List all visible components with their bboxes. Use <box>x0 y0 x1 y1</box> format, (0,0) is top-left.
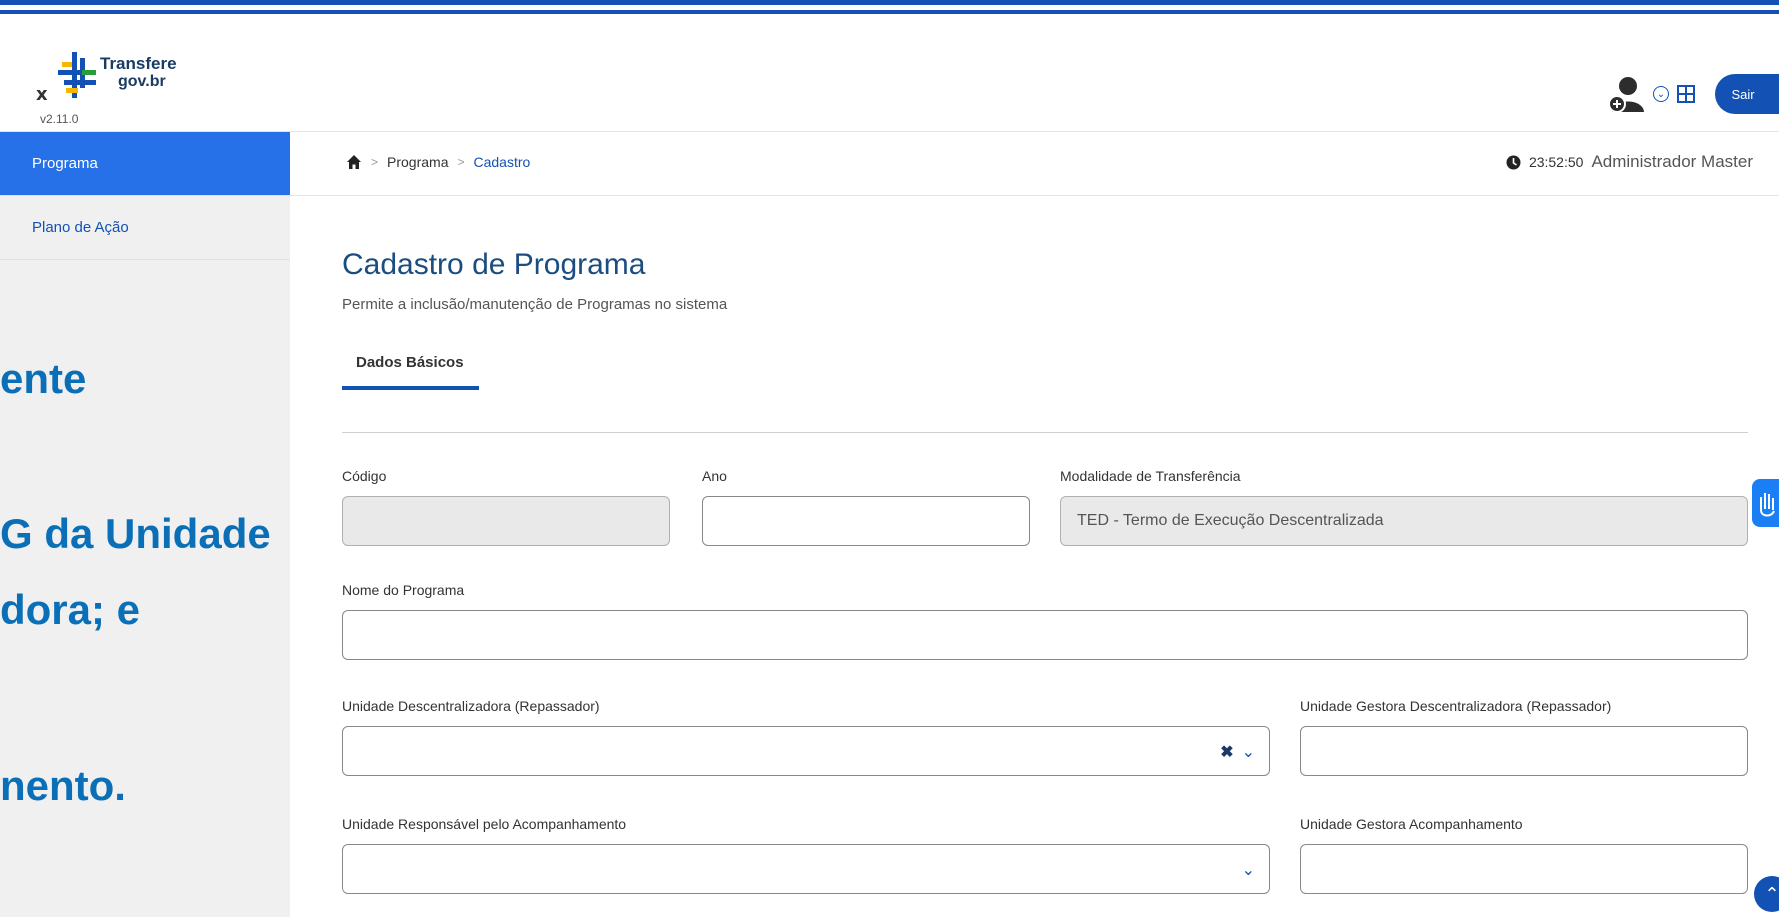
modalidade-field[interactable]: TED - Termo de Execução Descentralizada <box>1060 496 1748 546</box>
home-icon[interactable] <box>346 154 362 170</box>
ug-descentralizadora-label: Unidade Gestora Descentralizadora (Repas… <box>1300 698 1612 714</box>
apps-grid-icon[interactable] <box>1677 85 1695 103</box>
sidebar-item-plano-de-acao[interactable]: Plano de Ação <box>0 196 290 260</box>
main-content: Cadastro de Programa Permite a inclusão/… <box>290 196 1779 917</box>
hand-sign-icon <box>1760 493 1775 517</box>
session-time: 23:52:50 <box>1528 154 1584 170</box>
overlay-text-2: G da Unidade <box>0 510 271 557</box>
logo-icon <box>58 52 96 98</box>
chevron-down-icon[interactable]: ⌄ <box>1242 860 1255 880</box>
codigo-field[interactable] <box>342 496 670 546</box>
select-controls: ✖ ⌄ <box>1220 742 1255 762</box>
ano-label: Ano <box>702 468 727 484</box>
ano-field[interactable] <box>702 496 1030 546</box>
sidebar-item-programa[interactable]: Programa <box>0 132 290 196</box>
tab-dados-basicos[interactable]: Dados Básicos <box>342 354 479 390</box>
version-label: v2.11.0 <box>40 112 79 126</box>
codigo-label: Código <box>342 468 387 484</box>
clock-icon <box>1506 155 1521 170</box>
ug-acompanhamento-label: Unidade Gestora Acompanhamento <box>1300 816 1523 832</box>
unidade-responsavel-label: Unidade Responsável pelo Acompanhamento <box>342 816 627 832</box>
ug-acompanhamento-field[interactable] <box>1300 844 1748 894</box>
breadcrumb-cadastro: Cadastro <box>473 154 531 170</box>
page-title: Cadastro de Programa <box>342 248 646 281</box>
sair-button[interactable]: Sair <box>1715 74 1779 114</box>
nome-programa-field[interactable] <box>342 610 1748 660</box>
chevron-up-icon: ⌃ <box>1764 883 1779 904</box>
nome-programa-label: Nome do Programa <box>342 582 465 598</box>
breadcrumb: > Programa > Cadastro <box>346 154 530 170</box>
user-avatar-icon[interactable] <box>1607 74 1645 114</box>
breadcrumb-separator: > <box>371 155 379 169</box>
chevron-down-icon[interactable]: ⌄ <box>1653 86 1669 102</box>
transferegov-logo[interactable]: Transfere gov.br <box>58 52 188 100</box>
overlay-text-1: ente <box>0 355 87 402</box>
header: x Transfere gov.br v2.11.0 ⌄ Sair <box>0 14 1779 132</box>
ug-descentralizadora-field[interactable] <box>1300 726 1748 776</box>
session-info: 23:52:50 Administrador Master <box>1506 152 1753 172</box>
accessibility-button[interactable] <box>1752 479 1779 527</box>
logo-text-govbr: gov.br <box>118 73 166 90</box>
tab-divider <box>342 432 1748 433</box>
header-actions: ⌄ Sair <box>1607 74 1779 114</box>
modalidade-label: Modalidade de Transferência <box>1060 468 1241 484</box>
breadcrumb-bar: > Programa > Cadastro 23:52:50 Administr… <box>290 132 1779 196</box>
overlay-text-3: dora; e <box>0 586 141 633</box>
select-controls: ⌄ <box>1242 860 1255 880</box>
page-subtitle: Permite a inclusão/manutenção de Program… <box>342 296 728 313</box>
overlay-text-4: nento. <box>0 762 126 809</box>
breadcrumb-programa[interactable]: Programa <box>387 154 448 170</box>
logo-text-transfere: Transfere <box>100 54 177 73</box>
user-name: Administrador Master <box>1591 152 1753 171</box>
breadcrumb-separator: > <box>457 155 465 169</box>
clear-icon[interactable]: ✖ <box>1220 742 1233 762</box>
unidade-descentralizadora-label: Unidade Descentralizadora (Repassador) <box>342 698 600 714</box>
close-menu-button[interactable]: x <box>36 84 48 105</box>
top-accent-bar <box>0 0 1779 14</box>
unidade-responsavel-select[interactable]: ⌄ <box>342 844 1270 894</box>
unidade-descentralizadora-select[interactable]: ✖ ⌄ <box>342 726 1270 776</box>
chevron-down-icon[interactable]: ⌄ <box>1242 742 1255 762</box>
